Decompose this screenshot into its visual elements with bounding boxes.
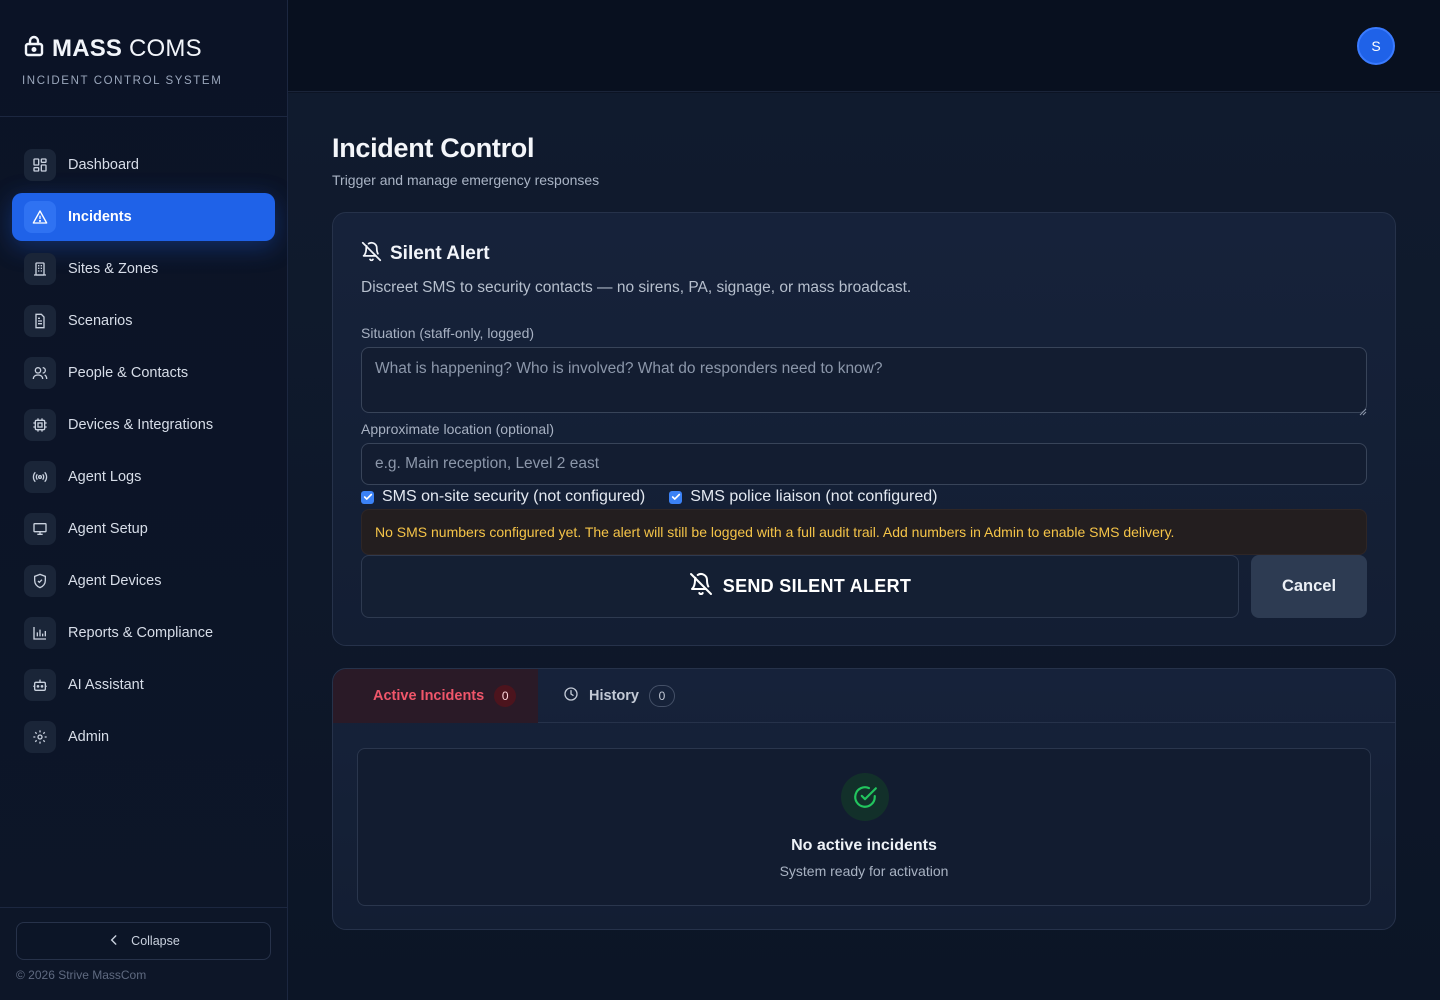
sidebar-item-label: Dashboard bbox=[68, 157, 139, 173]
bar-chart-icon bbox=[24, 617, 56, 649]
checkbox-checked-icon[interactable] bbox=[669, 490, 683, 504]
copyright: © 2026 Strive MassCom bbox=[16, 968, 147, 982]
brand: MASS COMS INCIDENT CONTROL SYSTEM bbox=[22, 34, 223, 88]
sidebar-item-label: Devices & Integrations bbox=[68, 417, 214, 433]
clock-icon bbox=[563, 686, 579, 706]
card-title: Silent Alert bbox=[390, 243, 490, 264]
checkbox-checked-icon[interactable] bbox=[361, 490, 374, 504]
sms-security-checkbox[interactable]: SMS on-site security (not configured) bbox=[361, 488, 645, 506]
sms-warning-banner: No SMS numbers configured yet. The alert… bbox=[361, 509, 1367, 555]
broadcast-icon bbox=[24, 461, 56, 493]
incidents-card: Active Incidents 0 History 0 No active i… bbox=[332, 668, 1396, 930]
sidebar-item-label: Incidents bbox=[68, 209, 132, 225]
sidebar-item-people-contacts[interactable]: People & Contacts bbox=[12, 349, 275, 397]
sidebar-item-admin[interactable]: Admin bbox=[12, 713, 275, 761]
sidebar-item-label: Scenarios bbox=[68, 313, 133, 329]
chip-icon bbox=[24, 409, 56, 441]
sidebar-item-label: Admin bbox=[68, 729, 110, 745]
building-icon bbox=[24, 253, 56, 285]
page-title: Incident Control bbox=[332, 133, 535, 163]
sidebar-item-label: Agent Devices bbox=[68, 573, 162, 589]
sidebar-item-agent-devices[interactable]: Agent Devices bbox=[12, 557, 275, 605]
avatar[interactable]: S bbox=[1357, 27, 1395, 65]
main-content: Incident Control Trigger and manage emer… bbox=[288, 93, 1440, 1000]
situation-label: Situation (staff-only, logged) bbox=[361, 325, 535, 341]
sidebar-item-incidents[interactable]: Incidents bbox=[12, 193, 275, 241]
tab-history[interactable]: History 0 bbox=[563, 669, 675, 723]
send-label: SEND SILENT ALERT bbox=[722, 576, 912, 596]
card-header: Silent Alert bbox=[361, 241, 490, 267]
tab-active-incidents[interactable]: Active Incidents 0 bbox=[333, 669, 538, 723]
sidebar-item-reports-compliance[interactable]: Reports & Compliance bbox=[12, 609, 275, 657]
check-circle-icon bbox=[841, 773, 889, 821]
sms-security-label: SMS on-site security (not configured) bbox=[382, 488, 646, 505]
incident-tabs: Active Incidents 0 History 0 bbox=[333, 669, 1395, 723]
location-label: Approximate location (optional) bbox=[361, 421, 554, 437]
sms-options: SMS on-site security (not configured) SM… bbox=[361, 488, 937, 506]
sidebar-item-agent-setup[interactable]: Agent Setup bbox=[12, 505, 275, 553]
sidebar-item-label: AI Assistant bbox=[68, 677, 144, 693]
tab-label: Active Incidents bbox=[373, 688, 485, 704]
empty-title: No active incidents bbox=[791, 837, 937, 854]
sidebar-item-dashboard[interactable]: Dashboard bbox=[12, 141, 275, 189]
divider bbox=[0, 116, 287, 117]
document-icon bbox=[24, 305, 56, 337]
empty-state: No active incidents System ready for act… bbox=[357, 748, 1371, 906]
brand-name: MASS COMS bbox=[52, 34, 202, 62]
topbar: S bbox=[288, 0, 1440, 92]
count-badge: 0 bbox=[494, 685, 517, 707]
send-silent-alert-button[interactable]: SEND SILENT ALERT bbox=[361, 555, 1239, 618]
cancel-button[interactable]: Cancel bbox=[1251, 555, 1367, 618]
brand-subtitle: INCIDENT CONTROL SYSTEM bbox=[22, 75, 223, 87]
resize-handle-icon[interactable] bbox=[1359, 403, 1367, 421]
chevron-left-icon bbox=[107, 933, 121, 950]
silent-alert-card: Silent Alert Discreet SMS to security co… bbox=[332, 212, 1396, 646]
sms-police-label: SMS police liaison (not configured) bbox=[690, 488, 938, 505]
bot-icon bbox=[24, 669, 56, 701]
warning-text: No SMS numbers configured yet. The alert… bbox=[375, 524, 1175, 540]
sms-police-checkbox[interactable]: SMS police liaison (not configured) bbox=[669, 488, 937, 506]
location-input[interactable] bbox=[361, 443, 1367, 485]
page-subtitle: Trigger and manage emergency responses bbox=[332, 172, 600, 188]
sidebar-item-devices-integrations[interactable]: Devices & Integrations bbox=[12, 401, 275, 449]
sidebar-item-label: Reports & Compliance bbox=[68, 625, 214, 641]
gear-icon bbox=[24, 721, 56, 753]
sidebar: MASS COMS INCIDENT CONTROL SYSTEM Dashbo… bbox=[0, 0, 288, 1000]
users-icon bbox=[24, 357, 56, 389]
collapse-button[interactable]: Collapse bbox=[16, 922, 271, 960]
sidebar-item-label: Agent Logs bbox=[68, 469, 142, 485]
lock-icon bbox=[22, 34, 46, 63]
sidebar-item-ai-assistant[interactable]: AI Assistant bbox=[12, 661, 275, 709]
count-badge: 0 bbox=[648, 685, 675, 707]
collapse-label: Collapse bbox=[131, 934, 180, 948]
card-description: Discreet SMS to security contacts — no s… bbox=[361, 279, 912, 296]
sidebar-nav: Dashboard Incidents Sites & Zones Scenar… bbox=[12, 141, 275, 765]
dashboard-icon bbox=[24, 149, 56, 181]
tab-label: History bbox=[589, 688, 639, 704]
monitor-icon bbox=[24, 513, 56, 545]
alert-triangle-icon bbox=[24, 201, 56, 233]
sidebar-item-label: People & Contacts bbox=[68, 365, 189, 381]
empty-subtitle: System ready for activation bbox=[779, 863, 949, 879]
bell-off-icon bbox=[689, 572, 713, 601]
situation-input[interactable] bbox=[361, 347, 1367, 413]
sidebar-item-label: Agent Setup bbox=[68, 521, 148, 537]
shield-icon bbox=[24, 565, 56, 597]
divider bbox=[0, 907, 287, 908]
sidebar-item-agent-logs[interactable]: Agent Logs bbox=[12, 453, 275, 501]
sidebar-item-sites-zones[interactable]: Sites & Zones bbox=[12, 245, 275, 293]
bell-off-icon bbox=[361, 241, 382, 267]
sidebar-item-scenarios[interactable]: Scenarios bbox=[12, 297, 275, 345]
sidebar-item-label: Sites & Zones bbox=[68, 261, 159, 277]
